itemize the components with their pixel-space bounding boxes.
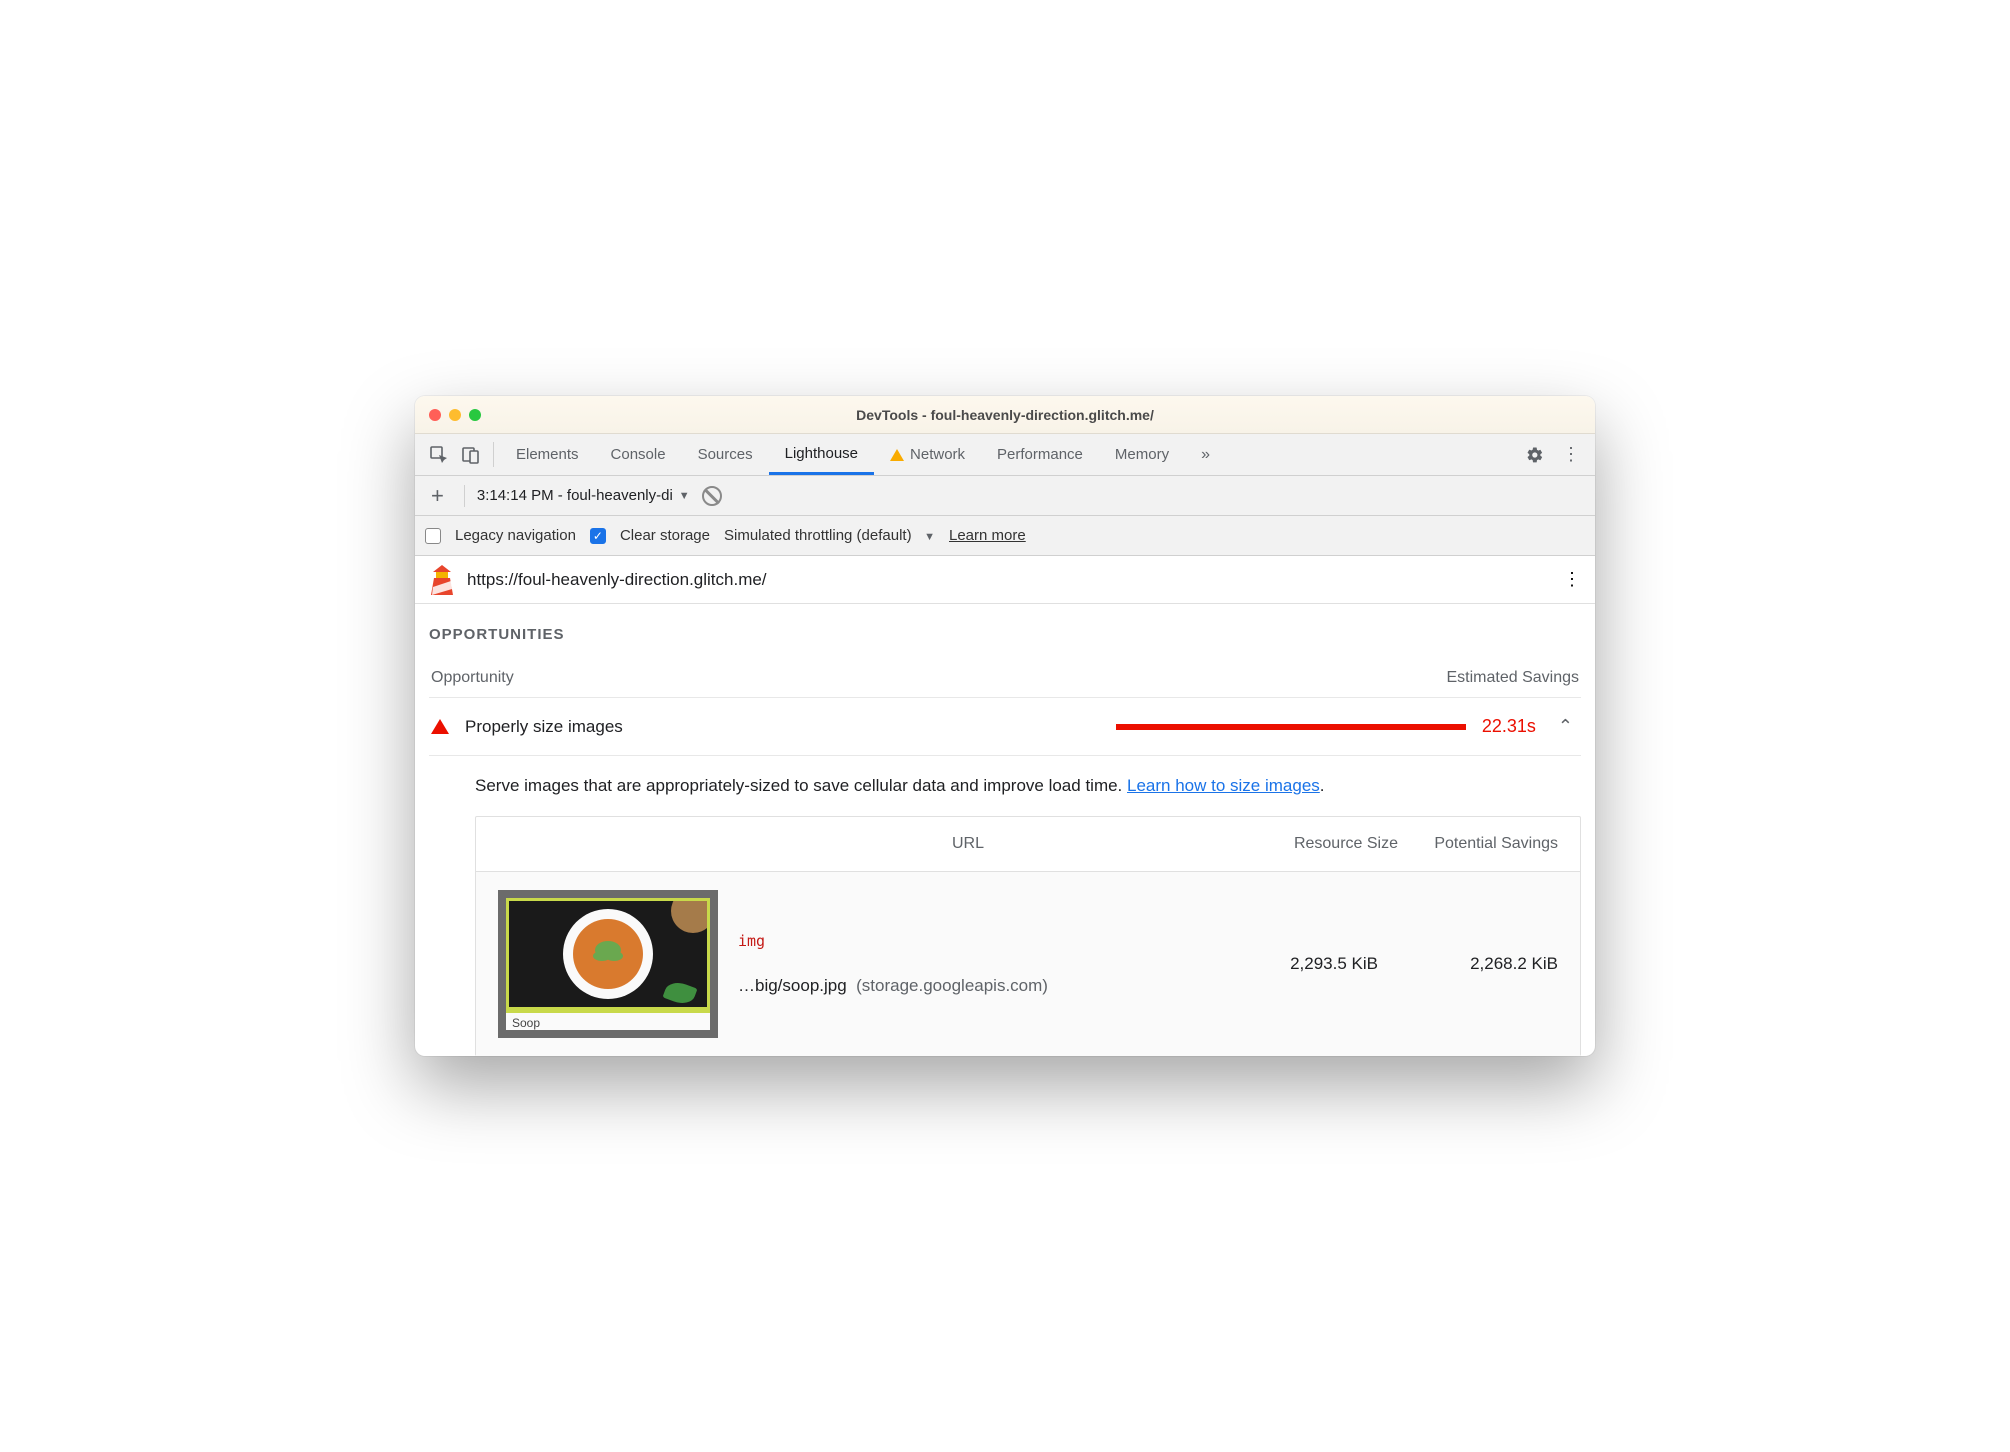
legacy-navigation-label: Legacy navigation [455, 527, 576, 544]
resources-table: URL Resource Size Potential Savings Soop… [475, 816, 1581, 1056]
resource-size: 2,293.5 KiB [1218, 954, 1378, 974]
clear-storage-checkbox[interactable] [590, 528, 606, 544]
col-opportunity: Opportunity [431, 669, 514, 687]
throttling-select[interactable]: Simulated throttling (default) ▼ [724, 527, 935, 544]
throttling-label: Simulated throttling (default) [724, 527, 912, 544]
table-row: Soop img …big/soop.jpg (storage.googleap… [476, 872, 1580, 1056]
learn-how-link[interactable]: Learn how to size images [1127, 776, 1320, 795]
clear-all-icon[interactable] [702, 486, 722, 506]
opportunity-title: Properly size images [465, 717, 623, 737]
fail-icon [431, 719, 449, 734]
desc-text-end: . [1320, 776, 1325, 795]
opportunity-row[interactable]: Properly size images 22.31s ⌃ [429, 697, 1581, 756]
devtools-window: DevTools - foul-heavenly-direction.glitc… [415, 396, 1595, 1056]
table-header: URL Resource Size Potential Savings [476, 817, 1580, 872]
thumb-caption: Soop [506, 1010, 710, 1030]
devtools-tabbar: Elements Console Sources Lighthouse Netw… [415, 434, 1595, 476]
tab-console[interactable]: Console [595, 434, 682, 475]
close-window-button[interactable] [429, 409, 441, 421]
section-heading: OPPORTUNITIES [429, 622, 1581, 669]
titlebar: DevTools - foul-heavenly-direction.glitc… [415, 396, 1595, 434]
caret-down-icon: ▼ [924, 531, 935, 543]
th-potential-savings: Potential Savings [1398, 835, 1558, 853]
device-toolbar-icon[interactable] [455, 434, 487, 475]
tab-network-label: Network [910, 446, 965, 463]
clear-storage-label: Clear storage [620, 527, 710, 544]
zoom-window-button[interactable] [469, 409, 481, 421]
more-tabs-button[interactable]: » [1185, 434, 1226, 475]
minimize-window-button[interactable] [449, 409, 461, 421]
opportunity-columns-header: Opportunity Estimated Savings [429, 669, 1581, 697]
savings-bar [1116, 724, 1466, 730]
resource-path: …big/soop.jpg [738, 976, 847, 995]
report-selector-label: 3:14:14 PM - foul-heavenly-di [477, 487, 673, 504]
th-resource-size: Resource Size [1238, 835, 1398, 853]
more-options-icon[interactable]: ⋮ [1555, 444, 1587, 465]
settings-icon[interactable] [1519, 446, 1551, 464]
learn-more-link[interactable]: Learn more [949, 527, 1026, 544]
desc-text: Serve images that are appropriately-size… [475, 776, 1127, 795]
potential-savings: 2,268.2 KiB [1398, 954, 1558, 974]
report-selector[interactable]: 3:14:14 PM - foul-heavenly-di ▼ [477, 487, 690, 504]
chevron-up-icon[interactable]: ⌃ [1552, 716, 1579, 737]
panel-tabs: Elements Console Sources Lighthouse Netw… [500, 434, 1502, 475]
lighthouse-logo-icon [429, 565, 455, 595]
tab-sources[interactable]: Sources [682, 434, 769, 475]
warning-icon [890, 449, 904, 461]
element-tag: img [738, 932, 1198, 950]
lighthouse-options: Legacy navigation Clear storage Simulate… [415, 516, 1595, 556]
resource-thumbnail[interactable]: Soop [498, 890, 718, 1038]
resource-url[interactable]: …big/soop.jpg (storage.googleapis.com) [738, 976, 1198, 996]
th-url: URL [498, 835, 1238, 853]
tab-lighthouse[interactable]: Lighthouse [769, 434, 874, 475]
tab-network[interactable]: Network [874, 434, 981, 475]
caret-down-icon: ▼ [679, 490, 690, 502]
col-estimated-savings: Estimated Savings [1446, 669, 1579, 687]
tab-performance[interactable]: Performance [981, 434, 1099, 475]
report-url-bar: https://foul-heavenly-direction.glitch.m… [415, 556, 1595, 604]
lighthouse-toolbar: + 3:14:14 PM - foul-heavenly-di ▼ [415, 476, 1595, 516]
legacy-navigation-checkbox[interactable] [425, 528, 441, 544]
resource-host: (storage.googleapis.com) [856, 976, 1048, 995]
inspect-element-icon[interactable] [423, 434, 455, 475]
opportunity-time: 22.31s [1482, 716, 1536, 737]
window-controls [429, 409, 481, 421]
tested-url: https://foul-heavenly-direction.glitch.m… [467, 570, 1551, 590]
opportunity-description: Serve images that are appropriately-size… [429, 756, 1581, 816]
tab-memory[interactable]: Memory [1099, 434, 1185, 475]
tab-elements[interactable]: Elements [500, 434, 595, 475]
report-menu-icon[interactable]: ⋮ [1563, 569, 1581, 590]
window-title: DevTools - foul-heavenly-direction.glitc… [415, 407, 1595, 423]
new-report-button[interactable]: + [423, 483, 452, 509]
